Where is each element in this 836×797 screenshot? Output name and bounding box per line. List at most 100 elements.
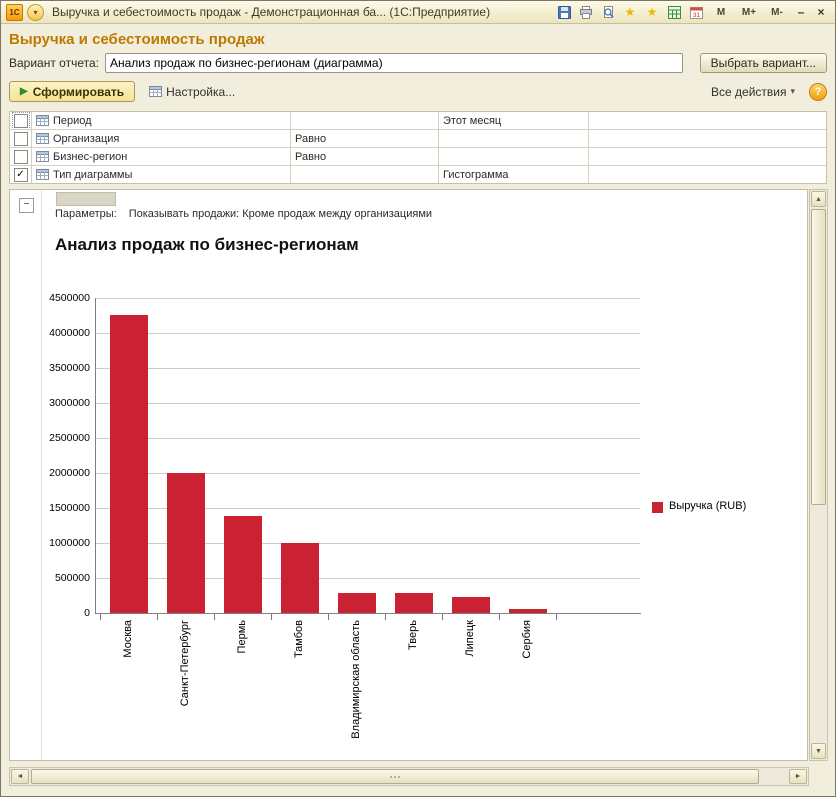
help-button[interactable]: ?	[809, 83, 827, 101]
y-axis-label: 3500000	[42, 362, 90, 374]
y-axis-label: 0	[42, 607, 90, 619]
chart-bar-Москва	[110, 315, 148, 613]
calculator-button[interactable]	[664, 3, 684, 21]
report-area: − Параметры: Показывать продажи: Кроме п…	[9, 189, 828, 761]
chart-bar-Тверь	[395, 593, 433, 613]
chart-bar-Санкт-Петербург	[167, 473, 205, 613]
chart-type-checkbox[interactable]: ✓	[14, 168, 28, 182]
x-axis-tick	[157, 614, 158, 620]
y-axis-label: 4000000	[42, 327, 90, 339]
filter-checkbox-cell[interactable]	[10, 148, 32, 165]
favorites-button[interactable]: ★	[642, 3, 662, 21]
chart-bar-Владимирская область	[338, 593, 376, 613]
filter-name-cell[interactable]: Организация	[32, 130, 291, 147]
main-menu-button[interactable]: ▾	[27, 4, 44, 21]
x-axis-label: Москва	[122, 620, 134, 658]
filter-row-organization: Организация Равно	[10, 130, 826, 148]
y-axis-label: 1000000	[42, 537, 90, 549]
chart-bar-Липецк	[452, 597, 490, 613]
close-button[interactable]: ×	[812, 5, 830, 19]
save-button[interactable]	[554, 3, 574, 21]
x-axis-tick	[100, 614, 101, 620]
filter-checkbox-cell[interactable]	[10, 130, 32, 147]
play-icon: ▶	[20, 87, 28, 97]
print-preview-icon	[602, 6, 615, 19]
scroll-left-button[interactable]: ◄	[11, 769, 29, 784]
filter-name: Период	[53, 115, 92, 127]
titlebar-toolbar: ★ ★ 31 M M+ M- – ×	[554, 3, 830, 21]
generate-button[interactable]: ▶ Сформировать	[9, 81, 135, 102]
collapse-group-button[interactable]: −	[19, 198, 34, 213]
filter-name-cell[interactable]: Период	[32, 112, 291, 129]
group-header-cell	[56, 192, 116, 206]
bottom-strip	[1, 786, 835, 796]
print-button[interactable]	[576, 3, 596, 21]
y-axis-label: 1500000	[42, 502, 90, 514]
command-bar: ▶ Сформировать Настройка... Все действия…	[1, 76, 835, 106]
memory-m-plus-button[interactable]: M+	[736, 3, 762, 21]
scroll-right-button[interactable]: ►	[789, 769, 807, 784]
filter-row-business-region: Бизнес-регион Равно	[10, 148, 826, 166]
y-axis-label: 4500000	[42, 292, 90, 304]
filter-value-cell[interactable]: Гистограмма	[439, 166, 589, 183]
calendar-day: 31	[692, 12, 700, 19]
add-favorite-button[interactable]: ★	[620, 3, 640, 21]
filter-name-cell[interactable]: Тип диаграммы	[32, 166, 291, 183]
minimize-button[interactable]: –	[792, 5, 810, 19]
y-axis-label: 500000	[42, 572, 90, 584]
parameters-label: Параметры:	[55, 208, 117, 220]
filter-name: Организация	[53, 133, 119, 145]
x-axis-label: Липецк	[464, 620, 476, 657]
horizontal-scroll-thumb[interactable]	[31, 769, 759, 784]
chevron-down-icon: ▾	[790, 86, 795, 97]
period-checkbox[interactable]	[14, 114, 28, 128]
filter-condition-cell[interactable]	[291, 112, 439, 129]
scroll-up-button[interactable]: ▲	[811, 191, 826, 207]
filter-value-cell[interactable]	[439, 148, 589, 165]
vertical-scrollbar[interactable]: ▲ ▼	[809, 189, 828, 761]
choose-variant-button[interactable]: Выбрать вариант...	[700, 53, 827, 73]
horizontal-scrollbar[interactable]: ◄ ►	[9, 767, 809, 786]
filter-name: Тип диаграммы	[53, 169, 132, 181]
parameters-line: Параметры: Показывать продажи: Кроме про…	[55, 208, 432, 220]
filter-value-cell[interactable]	[439, 130, 589, 147]
print-preview-button[interactable]	[598, 3, 618, 21]
filter-condition-cell[interactable]: Равно	[291, 148, 439, 165]
filter-value-cell[interactable]: Этот месяц	[439, 112, 589, 129]
chart-bar-Тамбов	[281, 543, 319, 613]
horizontal-scroll-track[interactable]	[31, 769, 787, 784]
business-region-checkbox[interactable]	[14, 150, 28, 164]
star-plus-icon: ★	[625, 6, 636, 18]
y-axis-label: 2000000	[42, 467, 90, 479]
memory-m-minus-button[interactable]: M-	[764, 3, 790, 21]
calendar-button[interactable]: 31	[686, 3, 706, 21]
all-actions-button[interactable]: Все действия ▾	[707, 83, 799, 101]
calendar-icon: 31	[690, 6, 703, 19]
filter-name-cell[interactable]: Бизнес-регион	[32, 148, 291, 165]
chart-gridline	[96, 333, 640, 334]
filter-extra-cell	[589, 130, 826, 147]
x-axis-tick	[328, 614, 329, 620]
x-axis-label: Санкт-Петербург	[179, 620, 191, 706]
memory-m-button[interactable]: M	[708, 3, 734, 21]
chart-gridline	[96, 298, 640, 299]
scroll-down-button[interactable]: ▼	[811, 743, 826, 759]
organization-field-icon	[36, 132, 49, 145]
variant-input[interactable]	[105, 53, 683, 73]
all-actions-label: Все действия	[711, 85, 786, 99]
chart-title: Анализ продаж по бизнес-регионам	[55, 235, 359, 255]
x-axis-label: Пермь	[236, 620, 248, 653]
vertical-scroll-thumb[interactable]	[811, 209, 826, 505]
vertical-scroll-track[interactable]	[811, 208, 826, 742]
filter-condition-cell[interactable]	[291, 166, 439, 183]
settings-button[interactable]: Настройка...	[145, 83, 239, 101]
y-axis-label: 3000000	[42, 397, 90, 409]
organization-checkbox[interactable]	[14, 132, 28, 146]
filter-condition-cell[interactable]: Равно	[291, 130, 439, 147]
filter-checkbox-cell[interactable]: ✓	[10, 166, 32, 183]
chart-bar-Пермь	[224, 516, 262, 613]
window-title: Выручка и себестоимость продаж - Демонст…	[52, 5, 550, 19]
filter-checkbox-cell[interactable]	[10, 112, 32, 129]
settings-label: Настройка...	[166, 85, 235, 99]
chart-gridline	[96, 403, 640, 404]
